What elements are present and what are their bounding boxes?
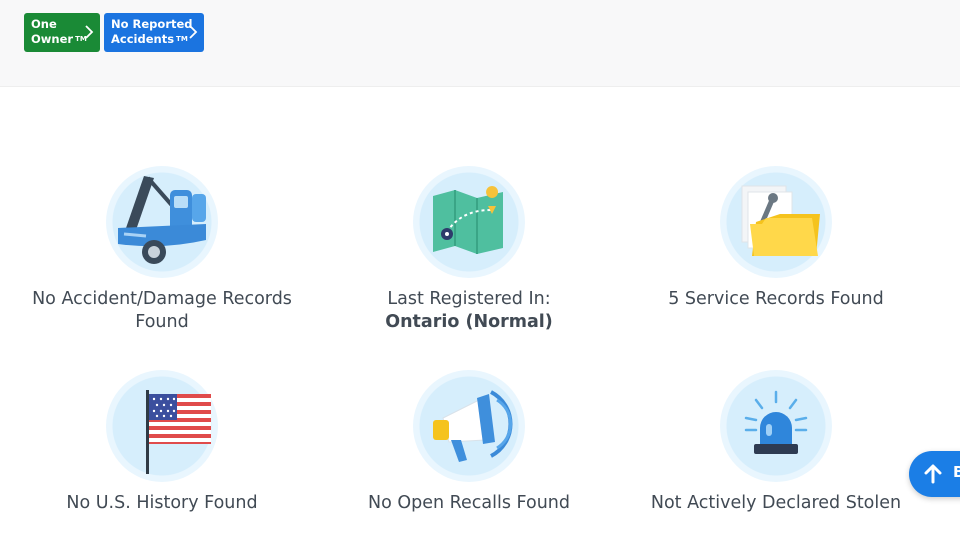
history-label: No Accident/Damage Records Found	[32, 289, 292, 332]
siren-icon	[744, 390, 808, 454]
no-accidents-badge[interactable]: No Reported Accidents TM	[104, 13, 204, 52]
icon-circle	[106, 166, 218, 278]
chevron-right-icon	[189, 25, 198, 39]
map-icon	[433, 186, 503, 254]
service-folder-icon	[741, 185, 820, 256]
back-to-top-label: B	[953, 463, 960, 481]
badge-line2: Owner	[31, 32, 74, 46]
history-label: Not Actively Declared Stolen	[650, 493, 902, 513]
one-owner-badge[interactable]: One Owner TM	[24, 13, 100, 52]
back-to-top-button[interactable]: B	[909, 451, 960, 497]
icon-circle	[413, 166, 525, 278]
us-flag-icon	[146, 390, 211, 474]
chevron-right-icon	[85, 25, 94, 39]
history-label: No U.S. History Found	[66, 493, 258, 513]
history-label: Last Registered In: Ontario (Normal)	[319, 288, 619, 334]
registration-value: Ontario (Normal)	[385, 312, 553, 332]
trademark: TM	[176, 35, 188, 43]
icon-circle	[106, 370, 218, 482]
icon-circle	[720, 166, 832, 278]
arrow-up-icon	[924, 464, 942, 484]
badge-line2: Accidents	[111, 32, 175, 46]
badge-line1: One	[31, 17, 57, 31]
megaphone-icon	[433, 390, 513, 462]
history-label: No Open Recalls Found	[368, 493, 570, 513]
history-label: 5 Service Records Found	[668, 289, 884, 309]
tow-truck-icon	[118, 176, 206, 264]
icon-circle	[413, 370, 525, 482]
badge-line1: No Reported	[111, 17, 193, 31]
icon-circle	[720, 370, 832, 482]
